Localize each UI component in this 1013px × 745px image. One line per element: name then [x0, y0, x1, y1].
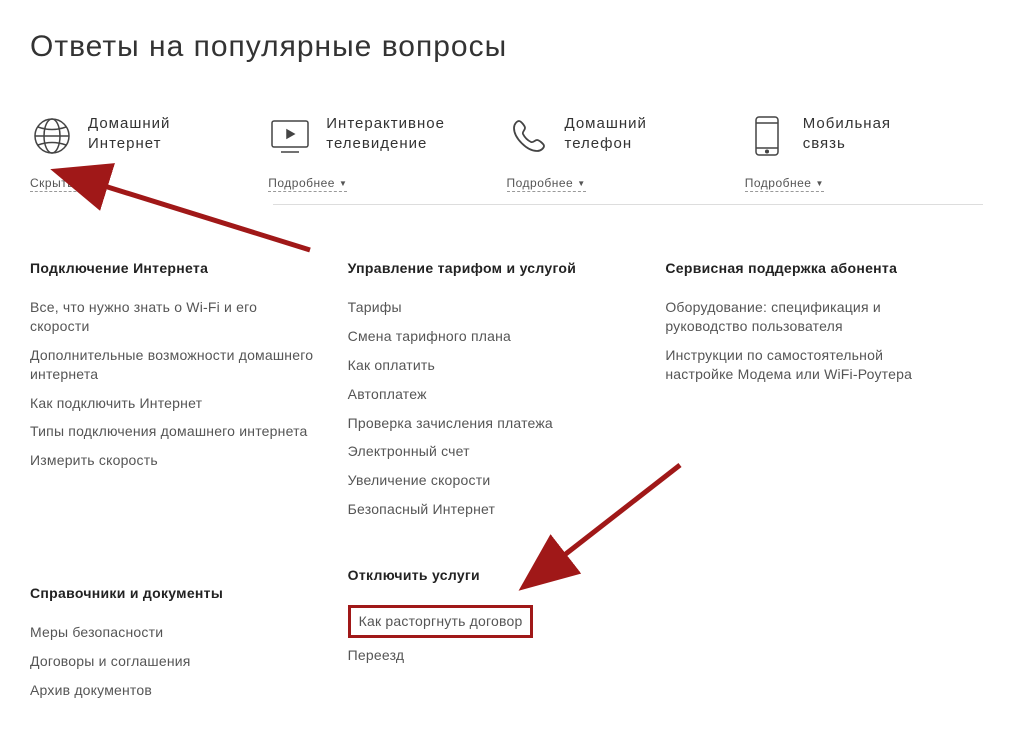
faq-link[interactable]: Договоры и соглашения — [30, 652, 318, 671]
faq-link[interactable]: Оборудование: спецификация и руководство… — [665, 298, 953, 336]
faq-link[interactable]: Тарифы — [348, 298, 636, 317]
more-toggle[interactable]: Подробнее ▼ — [745, 176, 824, 192]
category-title: Мобильная связь — [803, 114, 891, 155]
highlighted-link-box: Как расторгнуть договор — [348, 605, 534, 638]
category-title: Домашний телефон — [565, 114, 647, 155]
chevron-down-icon: ▼ — [577, 179, 585, 188]
chevron-down-icon: ▼ — [339, 179, 347, 188]
faq-link[interactable]: Архив документов — [30, 681, 318, 700]
faq-link[interactable]: Проверка зачисления платежа — [348, 414, 636, 433]
content-columns: Подключение Интернета Все, что нужно зна… — [30, 260, 983, 745]
category-row: Домашний Интернет Скрыть ▲ Интерактивное… — [30, 114, 983, 192]
block-heading: Отключить услуги — [348, 567, 636, 583]
category-title: Интерактивное телевидение — [326, 114, 445, 155]
block-cancel: Отключить услуги Как расторгнуть договор… — [348, 567, 636, 665]
block-heading: Управление тарифом и услугой — [348, 260, 636, 276]
category-head[interactable]: Мобильная связь — [745, 114, 983, 158]
category-head[interactable]: Домашний телефон — [507, 114, 745, 158]
column-2: Управление тарифом и услугой Тарифы Смен… — [348, 260, 666, 745]
block-connection: Подключение Интернета Все, что нужно зна… — [30, 260, 318, 470]
more-toggle[interactable]: Подробнее ▼ — [507, 176, 586, 192]
faq-link[interactable]: Переезд — [348, 646, 636, 665]
category-head[interactable]: Домашний Интернет — [30, 114, 268, 158]
block-heading: Справочники и документы — [30, 585, 318, 601]
faq-link[interactable]: Автоплатеж — [348, 385, 636, 404]
faq-link[interactable]: Измерить скорость — [30, 451, 318, 470]
column-3: Сервисная поддержка абонента Оборудовани… — [665, 260, 983, 745]
column-1: Подключение Интернета Все, что нужно зна… — [30, 260, 348, 745]
page-title: Ответы на популярные вопросы — [30, 30, 983, 64]
category-head[interactable]: Интерактивное телевидение — [268, 114, 506, 158]
category-title: Домашний Интернет — [88, 114, 170, 155]
cancel-contract-link[interactable]: Как расторгнуть договор — [359, 612, 523, 631]
faq-link[interactable]: Как подключить Интернет — [30, 394, 318, 413]
block-heading: Подключение Интернета — [30, 260, 318, 276]
globe-icon — [30, 114, 74, 158]
more-toggle[interactable]: Подробнее ▼ — [268, 176, 347, 192]
block-tariff: Управление тарифом и услугой Тарифы Смен… — [348, 260, 636, 519]
block-heading: Сервисная поддержка абонента — [665, 260, 953, 276]
faq-link[interactable]: Типы подключения домашнего интернета — [30, 422, 318, 441]
category-mobile: Мобильная связь Подробнее ▼ — [745, 114, 983, 192]
block-documents: Справочники и документы Меры безопасност… — [30, 585, 318, 700]
faq-link[interactable]: Безопасный Интернет — [348, 500, 636, 519]
chevron-up-icon: ▲ — [78, 179, 86, 188]
faq-link[interactable]: Все, что нужно знать о Wi-Fi и его скоро… — [30, 298, 318, 336]
faq-link[interactable]: Меры безопасности — [30, 623, 318, 642]
faq-link[interactable]: Как оплатить — [348, 356, 636, 375]
faq-link[interactable]: Электронный счет — [348, 442, 636, 461]
faq-link[interactable]: Дополнительные возможности домашнего инт… — [30, 346, 318, 384]
tv-icon — [268, 114, 312, 158]
category-home-internet: Домашний Интернет Скрыть ▲ — [30, 114, 268, 192]
faq-link[interactable]: Смена тарифного плана — [348, 327, 636, 346]
divider — [273, 204, 983, 205]
chevron-down-icon: ▼ — [815, 179, 823, 188]
hide-toggle[interactable]: Скрыть ▲ — [30, 176, 86, 192]
faq-link[interactable]: Увеличение скорости — [348, 471, 636, 490]
mobile-icon — [745, 114, 789, 158]
category-phone: Домашний телефон Подробнее ▼ — [507, 114, 745, 192]
phone-icon — [507, 114, 551, 158]
block-support: Сервисная поддержка абонента Оборудовани… — [665, 260, 953, 384]
category-tv: Интерактивное телевидение Подробнее ▼ — [268, 114, 506, 192]
faq-link[interactable]: Инструкции по самостоятельной настройке … — [665, 346, 953, 384]
